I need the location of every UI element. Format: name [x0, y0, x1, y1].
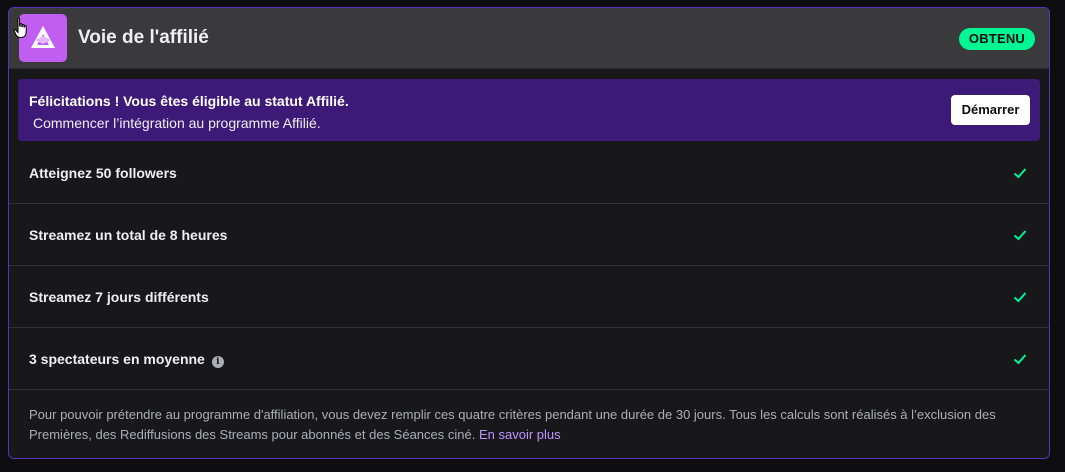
criterion-label-wrap: 3 spectateurs en moyenne i: [29, 351, 224, 368]
criterion-label: 3 spectateurs en moyenne: [29, 351, 205, 367]
banner-title: Félicitations ! Vous êtes éligible au st…: [29, 93, 349, 109]
criterion-label: Streamez un total de 8 heures: [29, 227, 228, 243]
criterion-row: 3 spectateurs en moyenne i: [9, 328, 1049, 390]
check-icon: [1013, 230, 1027, 241]
learn-more-link[interactable]: En savoir plus: [479, 427, 561, 442]
card-header: Voie de l'affilié OBTENU: [9, 8, 1049, 69]
info-icon[interactable]: i: [211, 356, 224, 368]
criterion-row: Streamez 7 jours différents: [9, 266, 1049, 328]
status-badge: OBTENU: [958, 28, 1035, 50]
card-title: Voie de l'affilié: [78, 27, 209, 48]
criterion-row: Streamez un total de 8 heures: [9, 204, 1049, 266]
affiliate-path-card: Voie de l'affilié OBTENU Félicitations !…: [8, 7, 1050, 459]
banner-subtitle: Commencer l’intégration au programme Aff…: [33, 115, 321, 131]
check-icon: [1013, 168, 1027, 179]
criterion-label: Streamez 7 jours différents: [29, 289, 209, 305]
eligibility-banner: Félicitations ! Vous êtes éligible au st…: [18, 79, 1040, 141]
footnote: Pour pouvoir prétendre au programme d'af…: [29, 405, 1037, 445]
hand-cursor-icon: [13, 17, 27, 38]
criterion-row: Atteignez 50 followers: [9, 142, 1049, 204]
start-button[interactable]: Démarrer: [951, 95, 1030, 125]
check-icon: [1013, 354, 1027, 365]
check-icon: [1013, 292, 1027, 303]
page: Voie de l'affilié OBTENU Félicitations !…: [0, 0, 1065, 472]
criterion-label: Atteignez 50 followers: [29, 165, 177, 181]
